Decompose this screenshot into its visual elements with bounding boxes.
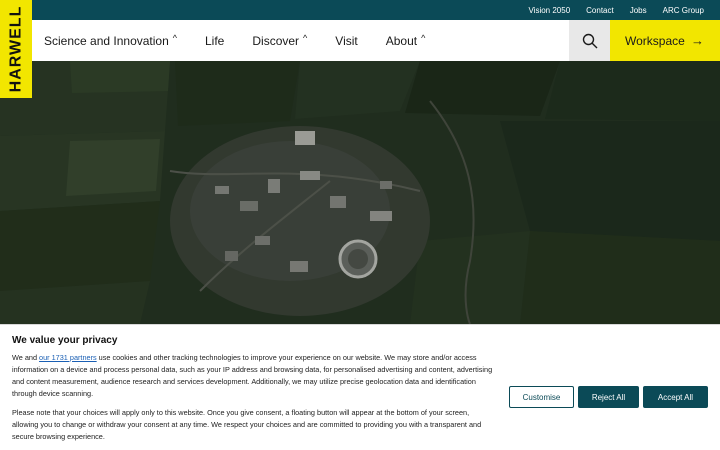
cookie-consent-banner: We value your privacy We and our 1731 pa… [0, 324, 720, 450]
caret-up-icon: ^ [303, 32, 308, 43]
accept-all-button[interactable]: Accept All [643, 386, 708, 408]
nav-item-about[interactable]: About ^ [386, 20, 426, 61]
caret-up-icon: ^ [421, 32, 426, 43]
cookie-paragraph-2: Please note that your choices will apply… [12, 408, 482, 441]
nav-item-visit[interactable]: Visit [335, 20, 357, 61]
main-nav: Science and Innovation ^ Life Discover ^… [0, 20, 720, 61]
logo-text: HARWELL [7, 5, 25, 93]
search-button[interactable] [569, 20, 610, 61]
nav-item-life[interactable]: Life [205, 20, 224, 61]
nav-item-discover[interactable]: Discover ^ [252, 20, 307, 61]
nav-item-label: Visit [335, 33, 358, 48]
utility-link-arc-group[interactable]: ARC Group [655, 6, 712, 15]
hero-aerial-image [0, 61, 720, 324]
search-icon [582, 33, 597, 48]
cookie-paragraph-1: We and our 1731 partners use cookies and… [12, 352, 496, 400]
nav-item-label: Science and Innovation [44, 33, 169, 48]
harwell-logo[interactable]: HARWELL [0, 0, 32, 98]
nav-item-label: Life [205, 33, 225, 48]
nav-items: Science and Innovation ^ Life Discover ^… [44, 20, 453, 61]
cookie-title: We value your privacy [12, 335, 118, 346]
arrow-right-icon: → [691, 33, 704, 48]
workspace-button[interactable]: Workspace → [610, 20, 720, 61]
nav-item-label: About [385, 33, 418, 48]
workspace-label: Workspace [625, 33, 685, 48]
nav-item-label: Discover [252, 33, 300, 48]
utility-bar: Vision 2050 Contact Jobs ARC Group [0, 0, 720, 20]
nav-item-science-and-innovation[interactable]: Science and Innovation ^ [44, 20, 177, 61]
reject-all-button[interactable]: Reject All [578, 386, 639, 408]
utility-link-vision-2050[interactable]: Vision 2050 [520, 6, 578, 15]
caret-up-icon: ^ [172, 32, 177, 43]
customise-button[interactable]: Customise [509, 386, 574, 408]
utility-link-contact[interactable]: Contact [578, 6, 622, 15]
utility-link-jobs[interactable]: Jobs [622, 6, 655, 15]
cookie-text-before-link: We and [12, 353, 40, 362]
partners-link[interactable]: our 1731 partners [39, 353, 97, 362]
aerial-campus-image [0, 61, 720, 324]
